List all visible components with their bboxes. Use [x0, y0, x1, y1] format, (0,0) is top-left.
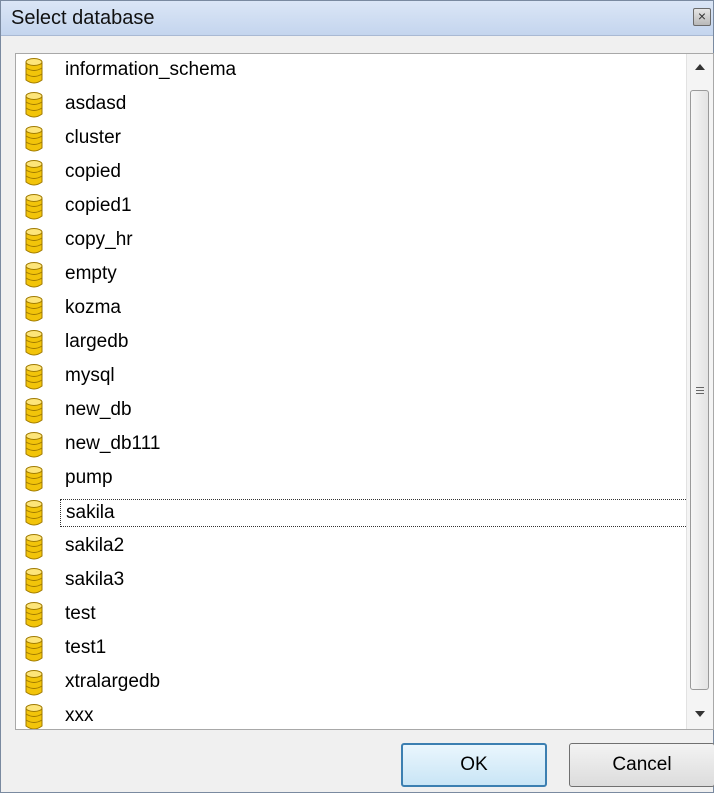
database-icon	[24, 396, 44, 426]
database-name-label: mysql	[65, 365, 115, 386]
database-name-label: empty	[65, 263, 117, 284]
database-list-item[interactable]: sakila2	[16, 530, 688, 564]
scroll-down-arrow-icon	[695, 711, 705, 717]
database-icon	[24, 56, 44, 86]
close-icon: ×	[697, 8, 707, 24]
database-list-item[interactable]: copied	[16, 156, 688, 190]
database-icon	[24, 90, 44, 120]
database-list-item[interactable]: new_db111	[16, 428, 688, 462]
database-list[interactable]: information_schemaasdasd cluster copied cop…	[15, 53, 714, 730]
database-name-label: new_db111	[65, 433, 161, 454]
database-icon	[24, 430, 44, 460]
database-icon	[24, 124, 44, 154]
database-name-label: pump	[65, 467, 113, 488]
database-list-item[interactable]: test	[16, 598, 688, 632]
scroll-up-arrow-icon	[695, 64, 705, 70]
database-icon	[24, 260, 44, 290]
database-name-label: new_db	[65, 399, 132, 420]
database-list-item[interactable]: largedb	[16, 326, 688, 360]
database-list-item[interactable]: new_db	[16, 394, 688, 428]
database-icon	[24, 702, 44, 729]
scroll-up-button[interactable]	[687, 54, 713, 82]
database-list-item[interactable]: test1	[16, 632, 688, 666]
vertical-scrollbar[interactable]	[686, 54, 713, 729]
database-name-label: xxx	[65, 705, 94, 726]
database-name-label: sakila2	[65, 535, 125, 556]
database-name-label: test1	[65, 637, 107, 658]
database-list-item[interactable]: information_schema	[16, 54, 688, 88]
ok-button[interactable]: OK	[401, 743, 547, 787]
database-list-item[interactable]: cluster	[16, 122, 688, 156]
database-list-item[interactable]: asdasd	[16, 88, 688, 122]
database-icon	[24, 532, 44, 562]
database-list-item[interactable]: xtralargedb	[16, 666, 688, 700]
database-list-item[interactable]: empty	[16, 258, 688, 292]
title-bar[interactable]: Select database ×	[1, 1, 713, 36]
database-name-label: xtralargedb	[65, 671, 161, 692]
database-icon	[24, 634, 44, 664]
database-icon	[24, 600, 44, 630]
database-icon	[24, 294, 44, 324]
database-name-label: copied	[65, 161, 121, 182]
select-database-dialog: Select database × information_schemaasda…	[0, 0, 714, 793]
close-button[interactable]: ×	[693, 8, 711, 26]
database-name-label: copy_hr	[65, 229, 133, 250]
database-list-items: information_schemaasdasd cluster copied cop…	[16, 54, 688, 729]
database-icon	[24, 668, 44, 698]
database-icon	[24, 498, 44, 528]
database-icon	[24, 158, 44, 188]
database-icon	[24, 566, 44, 596]
database-icon	[24, 464, 44, 494]
database-list-item[interactable]: pump	[16, 462, 688, 496]
scroll-down-button[interactable]	[687, 701, 713, 729]
database-icon	[24, 362, 44, 392]
database-list-item[interactable]: copy_hr	[16, 224, 688, 258]
scrollbar-thumb[interactable]	[690, 90, 709, 690]
database-list-item[interactable]: sakila3	[16, 564, 688, 598]
dialog-title: Select database	[11, 7, 155, 29]
grip-icon	[696, 387, 704, 394]
database-icon	[24, 192, 44, 222]
database-icon	[24, 328, 44, 358]
database-name-label: asdasd	[65, 93, 127, 114]
database-list-item[interactable]: mysql	[16, 360, 688, 394]
database-name-label: sakila3	[65, 569, 125, 590]
database-list-item[interactable]: copied1	[16, 190, 688, 224]
database-icon	[24, 226, 44, 256]
database-name-label: kozma	[65, 297, 121, 318]
database-list-item[interactable]: kozma	[16, 292, 688, 326]
database-list-item[interactable]: xxx	[16, 700, 688, 729]
database-list-item[interactable]: sakila	[16, 496, 688, 530]
database-name-label: sakila	[60, 499, 688, 527]
database-name-label: cluster	[65, 127, 121, 148]
database-name-label: information_schema	[65, 59, 237, 80]
database-name-label: copied1	[65, 195, 132, 216]
cancel-button[interactable]: Cancel	[569, 743, 714, 787]
database-name-label: test	[65, 603, 96, 624]
database-name-label: largedb	[65, 331, 129, 352]
